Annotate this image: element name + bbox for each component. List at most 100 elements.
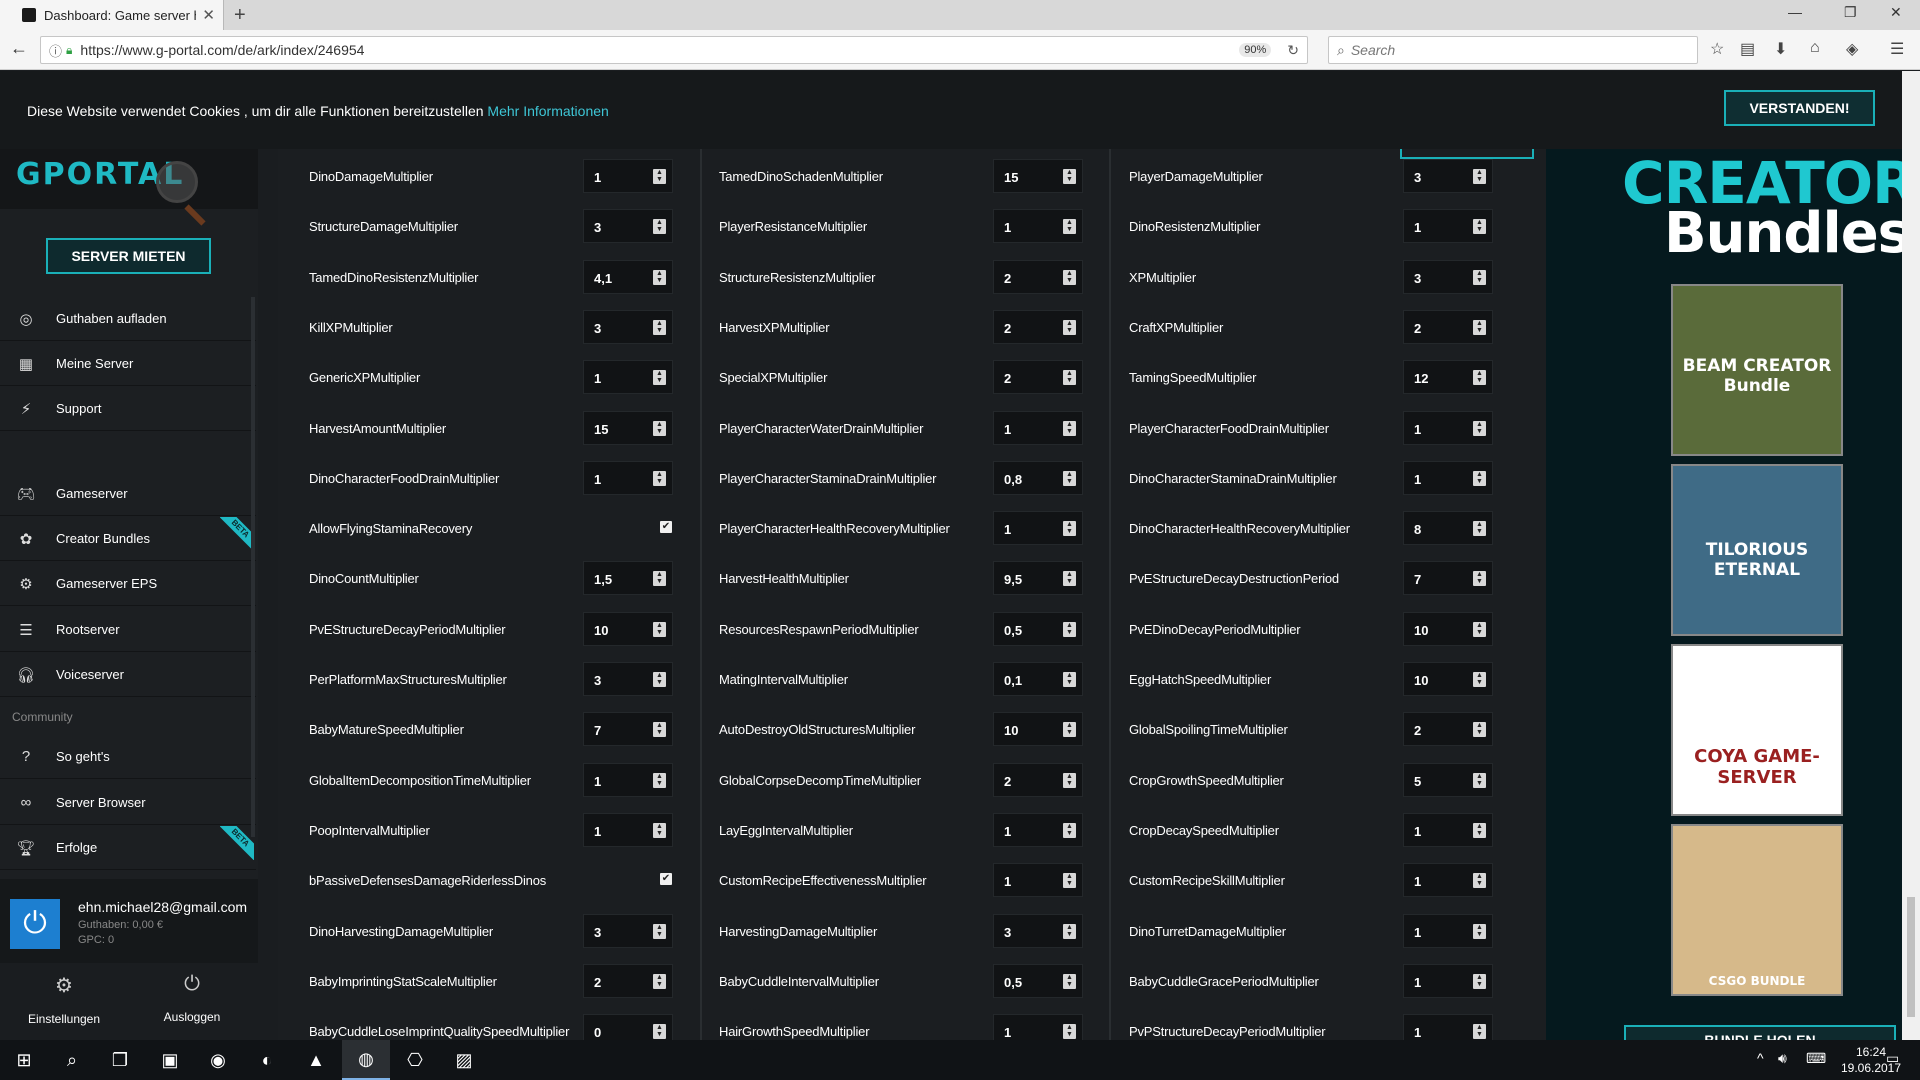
spinner-icon[interactable]: ▲ ▼: [1063, 169, 1076, 184]
setting-number-input[interactable]: 1 ▲ ▼: [993, 511, 1083, 546]
setting-number-input[interactable]: 4,1 ▲ ▼: [583, 259, 673, 294]
sidebar-item-support[interactable]: ⚡︎ Support: [0, 387, 256, 431]
tray-expand-icon[interactable]: ^: [1757, 1050, 1764, 1066]
ad-card-beam[interactable]: BEAM CREATOR Bundle: [1671, 284, 1843, 456]
logout-button[interactable]: ⏻ Ausloggen: [128, 963, 256, 1040]
spinner-icon[interactable]: ▲ ▼: [1063, 219, 1076, 235]
setting-number-input[interactable]: 1 ▲ ▼: [1403, 460, 1493, 495]
spinner-icon[interactable]: ▲ ▼: [1473, 621, 1486, 637]
ark-icon[interactable]: ▲: [292, 1040, 340, 1080]
spinner-icon[interactable]: ▲ ▼: [1063, 873, 1076, 889]
spinner-icon[interactable]: ▲ ▼: [1063, 521, 1076, 537]
spinner-icon[interactable]: ▲ ▼: [653, 722, 666, 738]
setting-number-input[interactable]: 1 ▲ ▼: [1403, 209, 1493, 244]
download-icon[interactable]: ⬇: [1774, 39, 1787, 59]
spinner-icon[interactable]: ▲ ▼: [653, 973, 666, 989]
ad-card-coya[interactable]: COYA GAME-SERVER: [1671, 644, 1843, 816]
spinner-icon[interactable]: ▲ ▼: [1473, 873, 1486, 889]
accept-cookies-button[interactable]: VERSTANDEN!: [1724, 90, 1875, 126]
spinner-icon[interactable]: ▲ ▼: [653, 169, 666, 184]
task-view-icon[interactable]: ❐: [96, 1040, 144, 1080]
spinner-icon[interactable]: ▲ ▼: [1473, 420, 1486, 436]
spinner-icon[interactable]: ▲ ▼: [653, 370, 666, 386]
spinner-icon[interactable]: ▲ ▼: [1063, 571, 1076, 587]
spinner-icon[interactable]: ▲ ▼: [1063, 269, 1076, 285]
spinner-icon[interactable]: ▲ ▼: [1063, 319, 1076, 335]
windows-start-icon[interactable]: ⊞: [0, 1040, 48, 1080]
setting-number-input[interactable]: 1 ▲ ▼: [1403, 812, 1493, 847]
setting-number-input[interactable]: 2 ▲ ▼: [993, 259, 1083, 294]
sidebar-item-server-browser[interactable]: ∞ Server Browser: [0, 781, 256, 825]
search-input[interactable]: ⌕ Search: [1328, 36, 1698, 64]
spinner-icon[interactable]: ▲ ▼: [1473, 319, 1486, 335]
setting-number-input[interactable]: 2 ▲ ▼: [993, 762, 1083, 797]
setting-number-input[interactable]: 0,5 ▲ ▼: [993, 611, 1083, 646]
info-icon[interactable]: ⓘ: [49, 41, 62, 60]
setting-number-input[interactable]: 1 ▲ ▼: [1403, 410, 1493, 445]
nvidia-icon[interactable]: ▣: [146, 1040, 194, 1080]
notifications-icon[interactable]: ▭: [1886, 1050, 1899, 1067]
setting-number-input[interactable]: 0,8 ▲ ▼: [993, 460, 1083, 495]
sidebar-item-voiceserver[interactable]: 🎧︎ Voiceserver: [0, 653, 256, 697]
spinner-icon[interactable]: ▲ ▼: [653, 319, 666, 335]
setting-number-input[interactable]: 1 ▲ ▼: [993, 1014, 1083, 1040]
setting-number-input[interactable]: 2 ▲ ▼: [1403, 309, 1493, 344]
reload-icon[interactable]: ↻: [1287, 42, 1299, 59]
spinner-icon[interactable]: ▲ ▼: [653, 1024, 666, 1040]
setting-number-input[interactable]: 2 ▲ ▼: [1403, 712, 1493, 747]
spinner-icon[interactable]: ▲ ▼: [653, 672, 666, 687]
setting-number-input[interactable]: 0,5 ▲ ▼: [993, 963, 1083, 998]
setting-number-input[interactable]: 2 ▲ ▼: [993, 360, 1083, 395]
get-bundle-button[interactable]: BUNDLE HOLEN: [1624, 1025, 1896, 1040]
sidebar-scrollbar[interactable]: [251, 297, 255, 837]
setting-number-input[interactable]: 2 ▲ ▼: [993, 309, 1083, 344]
spinner-icon[interactable]: ▲ ▼: [1473, 722, 1486, 738]
spinner-icon[interactable]: ▲ ▼: [653, 571, 666, 587]
spinner-icon[interactable]: ▲ ▼: [1473, 571, 1486, 587]
setting-number-input[interactable]: 1 ▲ ▼: [993, 812, 1083, 847]
spinner-icon[interactable]: ▲ ▼: [1473, 169, 1486, 184]
setting-number-input[interactable]: 9,5 ▲ ▼: [993, 561, 1083, 596]
setting-number-input[interactable]: 3 ▲ ▼: [993, 913, 1083, 948]
setting-number-input[interactable]: 1 ▲ ▼: [583, 460, 673, 495]
setting-number-input[interactable]: 3 ▲ ▼: [583, 209, 673, 244]
setting-number-input[interactable]: 15 ▲ ▼: [583, 410, 673, 445]
spinner-icon[interactable]: ▲ ▼: [1063, 822, 1076, 838]
spinner-icon[interactable]: ▲ ▼: [653, 219, 666, 235]
close-tab-icon[interactable]: ✕: [202, 6, 215, 24]
pocket-icon[interactable]: ◈: [1846, 39, 1858, 59]
teamviewer-icon[interactable]: ⎔: [391, 1040, 439, 1080]
home-icon[interactable]: ⌂: [1810, 39, 1820, 57]
sidebar-item-gameserver[interactable]: 🎮︎ Gameserver: [0, 472, 256, 516]
sidebar-item-guthaben[interactable]: ◎ Guthaben aufladen: [0, 297, 256, 341]
spinner-icon[interactable]: ▲ ▼: [1473, 269, 1486, 285]
setting-number-input[interactable]: 10 ▲ ▼: [583, 611, 673, 646]
spinner-icon[interactable]: ▲ ▼: [1063, 923, 1076, 939]
page-scrollbar[interactable]: [1902, 71, 1920, 1040]
setting-number-input[interactable]: 7 ▲ ▼: [1403, 561, 1493, 596]
spinner-icon[interactable]: ▲ ▼: [653, 420, 666, 436]
spinner-icon[interactable]: ▲ ▼: [653, 269, 666, 285]
setting-number-input[interactable]: 1 ▲ ▼: [1403, 913, 1493, 948]
spinner-icon[interactable]: ▲ ▼: [1473, 1024, 1486, 1040]
setting-number-input[interactable]: 1 ▲ ▼: [993, 209, 1083, 244]
restore-icon[interactable]: ❐: [1844, 4, 1857, 21]
setting-number-input[interactable]: 1 ▲ ▼: [583, 812, 673, 847]
firefox-icon[interactable]: ◍: [342, 1040, 390, 1080]
creator-bundles-ad[interactable]: CREATOR Bundles BEAM CREATOR Bundle TILO…: [1546, 149, 1902, 1040]
sidebar-item-creator-bundles[interactable]: ✿ Creator Bundles BETA: [0, 517, 256, 561]
scroll-thumb[interactable]: [1907, 897, 1915, 1017]
back-icon[interactable]: ←: [10, 38, 28, 59]
sidebar-item-erfolge[interactable]: 🏆︎ Erfolge BETA: [0, 826, 256, 870]
spinner-icon[interactable]: ▲ ▼: [1473, 672, 1486, 687]
setting-checkbox[interactable]: ✔: [660, 521, 672, 534]
ad-card-csgo[interactable]: CSGO BUNDLE: [1671, 824, 1843, 996]
spinner-icon[interactable]: ▲ ▼: [653, 621, 666, 637]
setting-checkbox[interactable]: ✔: [660, 873, 672, 886]
setting-number-input[interactable]: 3 ▲ ▼: [583, 913, 673, 948]
menu-icon[interactable]: ☰: [1890, 39, 1904, 59]
setting-number-input[interactable]: 10 ▲ ▼: [1403, 611, 1493, 646]
sidebar-item-rootserver[interactable]: ☰ Rootserver: [0, 608, 256, 652]
spinner-icon[interactable]: ▲ ▼: [1063, 772, 1076, 788]
spinner-icon[interactable]: ▲ ▼: [1063, 470, 1076, 486]
